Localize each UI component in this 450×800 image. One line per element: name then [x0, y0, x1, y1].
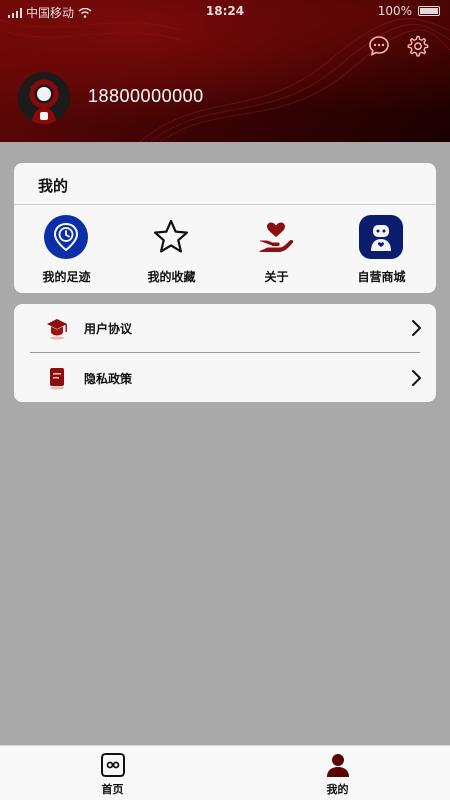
grid-label: 自营商城: [357, 270, 406, 284]
tab-mine[interactable]: 我的: [225, 746, 450, 800]
tab-home[interactable]: 首页: [0, 746, 225, 800]
list-item-label: 用户协议: [84, 322, 133, 336]
grid-item-mall[interactable]: 自营商城: [329, 215, 434, 287]
battery-label: 100%: [377, 4, 412, 18]
list-item-privacy-policy[interactable]: 隐私政策: [14, 354, 436, 402]
clock-location-icon: [44, 215, 88, 259]
grid-item-about[interactable]: 关于: [224, 215, 329, 287]
robot-icon: [359, 215, 403, 259]
mine-card-title: 我的: [38, 177, 69, 195]
list-divider: [30, 352, 420, 353]
list-item-label: 隐私政策: [84, 372, 133, 386]
star-icon: [153, 219, 189, 253]
status-right: 100%: [378, 4, 440, 18]
grid-label: 我的足迹: [42, 270, 91, 284]
chevron-right-icon: [412, 370, 421, 386]
document-icon: [50, 368, 64, 390]
message-icon[interactable]: [367, 34, 391, 58]
status-bar: 中国移动 18:24 100%: [0, 0, 450, 24]
bottom-tab-bar: 首页 我的: [0, 745, 450, 800]
tab-label: 首页: [101, 783, 124, 796]
avatar-user-icon: [18, 72, 70, 124]
heart-hand-icon: [259, 222, 294, 252]
settings-list-card: 用户协议 隐私政策: [14, 304, 436, 402]
mine-card: 我的 我的足迹 我的收藏 关于 自营商城: [14, 163, 436, 293]
battery-icon: [418, 6, 440, 16]
profile-header: 中国移动 18:24 100% 18800000000: [0, 0, 450, 142]
tab-label: 我的: [326, 783, 349, 796]
graduation-cap-icon: [47, 319, 67, 340]
chevron-right-icon: [412, 320, 421, 336]
grid-item-favorites[interactable]: 我的收藏: [119, 215, 224, 287]
list-item-user-agreement[interactable]: 用户协议: [14, 304, 436, 352]
home-icon: [101, 753, 125, 777]
settings-gear-icon[interactable]: [405, 34, 429, 58]
grid-label: 我的收藏: [147, 270, 196, 284]
user-icon: [327, 754, 349, 777]
avatar[interactable]: [18, 72, 70, 124]
grid-item-footprint[interactable]: 我的足迹: [14, 215, 119, 287]
user-phone-number: 18800000000: [88, 86, 204, 106]
mine-card-divider: [14, 204, 436, 205]
grid-label: 关于: [264, 270, 289, 284]
